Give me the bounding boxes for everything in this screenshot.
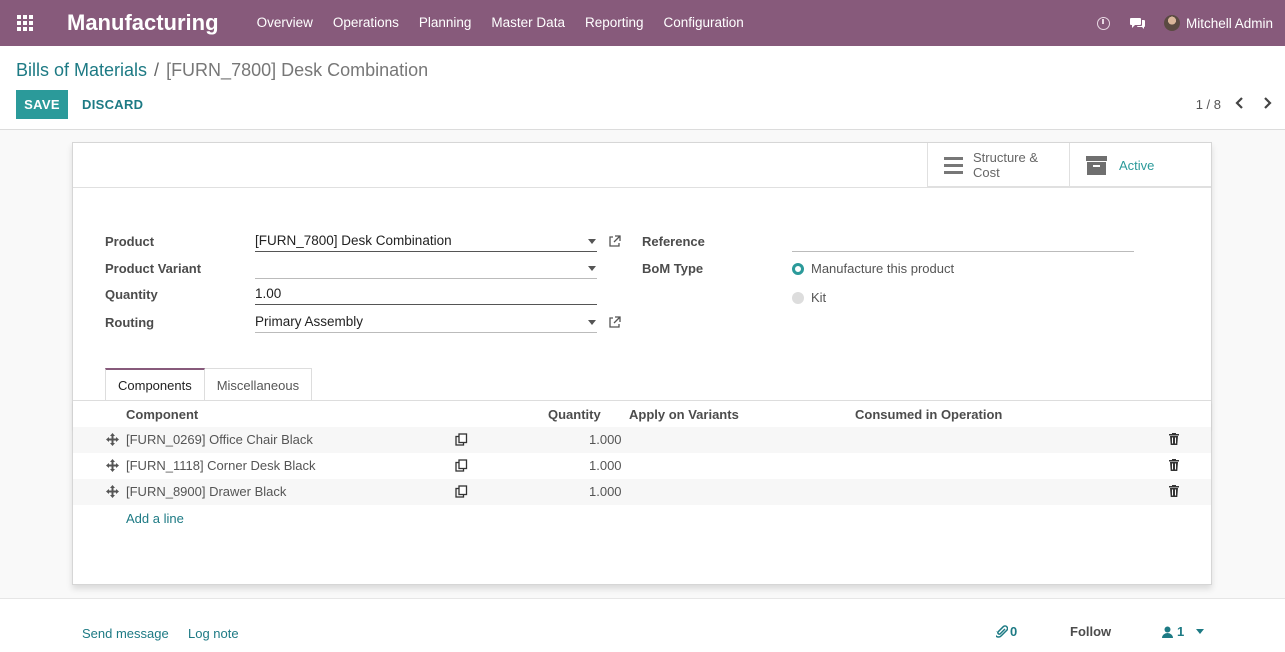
quantity-value: 1.00 (255, 286, 282, 301)
trash-icon[interactable] (1169, 459, 1179, 471)
bars-icon (944, 156, 963, 174)
chat-icon[interactable] (1129, 15, 1146, 31)
follow-button[interactable]: Follow (1070, 624, 1111, 639)
product-value: [FURN_7800] Desk Combination (255, 233, 452, 248)
breadcrumb: Bills of Materials / [FURN_7800] Desk Co… (16, 60, 428, 81)
user-icon (1162, 626, 1173, 638)
row-component[interactable]: [FURN_1118] Corner Desk Black (126, 458, 316, 473)
drag-handle-icon[interactable] (106, 459, 119, 472)
menu-planning[interactable]: Planning (409, 0, 482, 46)
routing-value: Primary Assembly (255, 314, 364, 329)
components-table-header: Component Quantity Apply on Variants Con… (73, 401, 1211, 429)
column-consumed-in-operation[interactable]: Consumed in Operation (855, 407, 1002, 422)
copy-icon[interactable] (455, 485, 468, 498)
routing-field[interactable]: Primary Assembly (255, 313, 597, 333)
table-row[interactable]: [FURN_0269] Office Chair Black 1.000 (73, 427, 1211, 453)
user-menu[interactable]: Mitchell Admin (1186, 16, 1273, 31)
app-brand[interactable]: Manufacturing (67, 10, 219, 36)
structure-cost-label-1: Structure & (973, 150, 1039, 165)
chevron-right-icon[interactable] (1260, 96, 1274, 110)
button-box: Structure & Cost Active (927, 143, 1211, 187)
reference-field[interactable] (792, 232, 1134, 252)
menu-configuration[interactable]: Configuration (654, 0, 754, 46)
user-avatar[interactable] (1163, 15, 1180, 31)
radio-kit-label: Kit (811, 290, 827, 305)
add-line-link[interactable]: Add a line (126, 511, 184, 526)
drag-handle-icon[interactable] (106, 433, 119, 446)
bom-type-label: BoM Type (642, 261, 704, 276)
chatter: Send message Log note 0 Follow 1 (0, 598, 1285, 652)
apps-menu-icon[interactable] (0, 0, 50, 46)
attachments-count: 0 (1010, 624, 1018, 639)
send-message-button[interactable]: Send message (82, 626, 169, 641)
drag-handle-icon[interactable] (106, 485, 119, 498)
followers-count: 1 (1177, 624, 1185, 639)
row-component[interactable]: [FURN_8900] Drawer Black (126, 484, 286, 499)
activity-clock-icon[interactable] (1096, 16, 1110, 30)
reference-label: Reference (642, 234, 705, 249)
attachments-button[interactable]: 0 (996, 624, 1017, 639)
product-label: Product (105, 234, 155, 249)
menu-overview[interactable]: Overview (247, 0, 323, 46)
row-quantity[interactable]: 1.000 (589, 484, 622, 499)
followers-button[interactable]: 1 (1162, 624, 1205, 639)
tab-miscellaneous[interactable]: Miscellaneous (204, 368, 313, 401)
discard-button[interactable]: DISCARD (82, 90, 143, 119)
main-menu: Overview Operations Planning Master Data… (247, 0, 754, 46)
structure-cost-button[interactable]: Structure & Cost (927, 143, 1069, 187)
save-button[interactable]: SAVE (16, 90, 68, 119)
active-label: Active (1119, 157, 1155, 173)
column-apply-on-variants[interactable]: Apply on Variants (629, 407, 739, 422)
chevron-down-icon[interactable] (588, 266, 596, 271)
product-variant-field[interactable] (255, 259, 597, 279)
chevron-down-icon[interactable] (588, 320, 596, 325)
active-toggle-button[interactable]: Active (1069, 143, 1211, 187)
copy-icon[interactable] (455, 459, 468, 472)
chevron-down-icon[interactable] (588, 239, 596, 244)
notebook-tabs: Components Miscellaneous (105, 368, 313, 401)
menu-operations[interactable]: Operations (323, 0, 409, 46)
radio-manufacture-label: Manufacture this product (811, 261, 955, 276)
column-quantity[interactable]: Quantity (548, 407, 601, 422)
quantity-label: Quantity (105, 287, 158, 302)
radio-checked-icon (792, 262, 804, 275)
archive-icon (1086, 155, 1107, 175)
product-variant-label: Product Variant (105, 261, 202, 276)
routing-label: Routing (105, 315, 155, 330)
caret-down-icon (1196, 629, 1205, 634)
trash-icon[interactable] (1169, 485, 1179, 497)
table-row[interactable]: [FURN_8900] Drawer Black 1.000 (73, 479, 1211, 505)
breadcrumb-separator: / (154, 60, 160, 80)
menu-master-data[interactable]: Master Data (481, 0, 575, 46)
external-link-icon[interactable] (608, 235, 621, 248)
row-component[interactable]: [FURN_0269] Office Chair Black (126, 432, 313, 447)
form-sheet: Structure & Cost Active Product [FURN_78… (72, 142, 1212, 585)
chevron-left-icon[interactable] (1233, 96, 1247, 110)
tab-components[interactable]: Components (105, 368, 205, 401)
breadcrumb-current: [FURN_7800] Desk Combination (166, 60, 429, 80)
paperclip-icon (996, 625, 1008, 638)
top-navbar: Manufacturing Overview Operations Planni… (0, 0, 1285, 46)
table-row[interactable]: [FURN_1118] Corner Desk Black 1.000 (73, 453, 1211, 479)
log-note-button[interactable]: Log note (188, 626, 239, 641)
breadcrumb-bills-of-materials[interactable]: Bills of Materials (16, 60, 147, 81)
copy-icon[interactable] (455, 433, 468, 446)
structure-cost-label-2: Cost (973, 165, 1000, 180)
control-panel: Bills of Materials / [FURN_7800] Desk Co… (0, 46, 1285, 130)
row-quantity[interactable]: 1.000 (589, 432, 622, 447)
row-quantity[interactable]: 1.000 (589, 458, 622, 473)
product-field[interactable]: [FURN_7800] Desk Combination (255, 232, 597, 252)
external-link-icon[interactable] (608, 316, 621, 329)
menu-reporting[interactable]: Reporting (575, 0, 654, 46)
radio-kit[interactable]: Kit (792, 290, 826, 305)
quantity-field[interactable]: 1.00 (255, 285, 597, 305)
radio-unchecked-icon (792, 291, 804, 304)
radio-manufacture[interactable]: Manufacture this product (792, 261, 954, 276)
column-component[interactable]: Component (126, 407, 198, 422)
pager-value[interactable]: 1 / 8 (1196, 97, 1221, 112)
trash-icon[interactable] (1169, 433, 1179, 445)
